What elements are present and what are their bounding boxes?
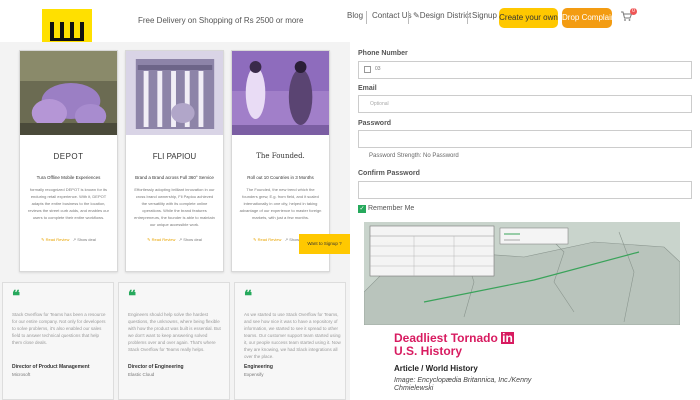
confirm-password-field[interactable] [358, 181, 692, 199]
card-description: Effortlessly adopting brilliant innovati… [134, 187, 215, 227]
tornado-map-image [364, 222, 680, 325]
article-title-line1: Deadliest Tornado in [394, 331, 514, 345]
read-review-link[interactable]: ✎ Read Review [253, 237, 281, 242]
testimonial-company: Microsoft [12, 372, 31, 377]
drop-complaint-button[interactable]: Drop Complaint [562, 8, 618, 28]
phone-number-field[interactable] [358, 61, 692, 79]
card-subtitle: Brand a Brand across Full 360° Service [135, 175, 214, 180]
card-title: FLI PAPIOU [152, 152, 197, 161]
article-category: Article / World History [394, 364, 478, 373]
card-links: ✎ Read Review ↗ Show deal [20, 237, 117, 242]
read-review-link[interactable]: ✎ Read Review [147, 237, 175, 242]
case-study-photo [20, 51, 117, 135]
email-label: Email [358, 85, 377, 92]
card-subtitle: Tura Offline Mobile Experiences [36, 175, 101, 180]
nav-blog[interactable]: Blog [347, 11, 363, 25]
card-links: ✎ Read Review ↗ Show deal [126, 237, 223, 242]
card-description: formally recognized DEPOT is known for i… [28, 187, 109, 220]
article-title-line2: U.S. History [394, 344, 463, 358]
testimonial-text: As we started to use Stack Overflow for … [244, 312, 341, 359]
free-delivery-tagline: Free Delivery on Shopping of Rs 2500 or … [138, 16, 304, 25]
testimonial-role: Director of Engineering [128, 364, 184, 370]
password-strength-text: Password Strength: No Password [369, 153, 459, 159]
case-study-photo [126, 51, 223, 135]
testimonial-role: Engineering [244, 364, 273, 370]
pencil-icon: ✎ [413, 11, 420, 20]
nav-separator [408, 11, 409, 24]
testimonial-text: Engineers should help solve the hardest … [128, 312, 221, 352]
confirm-password-label: Confirm Password [358, 170, 420, 177]
nav-separator [366, 11, 367, 24]
brand-logo[interactable] [42, 9, 92, 45]
nav-separator [467, 11, 468, 24]
testimonial-card: ❝ As we started to use Stack Overflow fo… [234, 282, 346, 400]
country-flag-icon[interactable] [364, 66, 371, 73]
card-title: The Founded. [256, 152, 305, 160]
case-study-photo [232, 51, 329, 135]
password-field[interactable] [358, 130, 692, 148]
article-card[interactable]: Deadliest Tornado in U.S. History Articl… [364, 222, 680, 400]
image-credit: Image: Encyclopædia Britannica, Inc./Ken… [394, 377, 532, 392]
testimonial-text: Stack Overflow for Teams has been a reso… [12, 312, 106, 345]
read-review-link[interactable]: ✎ Read Review [41, 237, 69, 242]
testimonial-card: ❝ Engineers should help solve the hardes… [118, 282, 230, 400]
quote-icon: ❝ [12, 287, 21, 305]
remember-me-checkbox[interactable]: ✓ [358, 205, 366, 213]
nav-design-district[interactable]: ✎Design District [413, 11, 471, 25]
password-label: Password [358, 120, 392, 127]
top-bar: Free Delivery on Shopping of Rs 2500 or … [0, 0, 700, 45]
show-deal-link[interactable]: ↗ Show deal [73, 237, 96, 242]
cart-count-badge: 0 [630, 8, 637, 15]
phone-number-label: Phone Number [358, 50, 408, 57]
testimonial-role: Director of Product Management [12, 364, 90, 370]
card-title: DEPOT [53, 152, 84, 161]
phone-number-value: 03 [375, 66, 381, 72]
testimonial-company: Expensify [244, 372, 264, 377]
want-to-signup-tab[interactable]: Want to Signup ? [299, 234, 350, 254]
card-subtitle: Roll out 10 Countries in 3 Months [247, 175, 314, 180]
quote-icon: ❝ [128, 287, 137, 305]
show-deal-link[interactable]: ↗ Show deal [179, 237, 202, 242]
nav-contact-us[interactable]: Contact Us [372, 11, 412, 25]
create-your-own-button[interactable]: Create your own [499, 8, 558, 28]
testimonial-card: ❝ Stack Overflow for Teams has been a re… [2, 282, 114, 400]
card-description: The Founded, the new trend which the fou… [239, 187, 322, 220]
quote-icon: ❝ [244, 287, 253, 305]
testimonial-company: Elastic Cloud [128, 372, 155, 377]
remember-me-label[interactable]: Remember Me [368, 205, 414, 212]
nav-signup[interactable]: Signup [472, 11, 497, 25]
case-study-card[interactable]: DEPOT Tura Offline Mobile Experiences fo… [19, 50, 118, 272]
case-study-card[interactable]: FLI PAPIOU Brand a Brand across Full 360… [125, 50, 224, 272]
email-field[interactable]: Optional [358, 95, 692, 113]
